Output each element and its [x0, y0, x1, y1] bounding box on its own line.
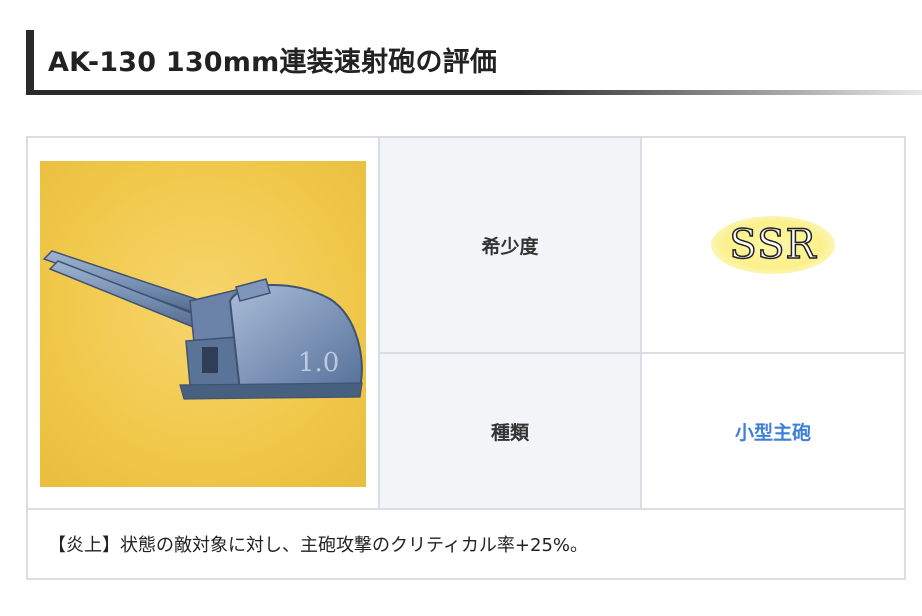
description-row: 【炎上】状態の敵対象に対し、主砲攻撃のクリティカル率+25%。 [28, 508, 904, 578]
heading-accent-bar [26, 30, 34, 92]
type-label-cell: 種類 [380, 354, 642, 508]
rarity-value: SSR [729, 221, 817, 269]
equipment-table: 1.0 希少度 SSR 種類 小型主砲 【炎上】状態の敵対象に対し、主砲攻撃のク… [26, 136, 906, 580]
turret-icon: 1.0 [42, 250, 363, 400]
equipment-image: 1.0 [40, 161, 366, 487]
equipment-image-cell: 1.0 [28, 138, 380, 508]
equipment-description: 【炎上】状態の敵対象に対し、主砲攻撃のクリティカル率+25%。 [48, 535, 589, 556]
section-heading: AK-130 130mm連装速射砲の評価 [26, 30, 922, 96]
rarity-value-cell: SSR [642, 138, 904, 354]
type-value-cell[interactable]: 小型主砲 [642, 354, 904, 508]
type-label: 種類 [490, 421, 529, 444]
rarity-label: 希少度 [481, 235, 539, 258]
heading-underline [26, 90, 922, 95]
rarity-badge: SSR [711, 216, 835, 274]
type-link[interactable]: 小型主砲 [735, 418, 811, 445]
svg-text:1.0: 1.0 [298, 348, 339, 378]
rarity-label-cell: 希少度 [380, 138, 642, 354]
page-title: AK-130 130mm連装速射砲の評価 [48, 47, 498, 78]
